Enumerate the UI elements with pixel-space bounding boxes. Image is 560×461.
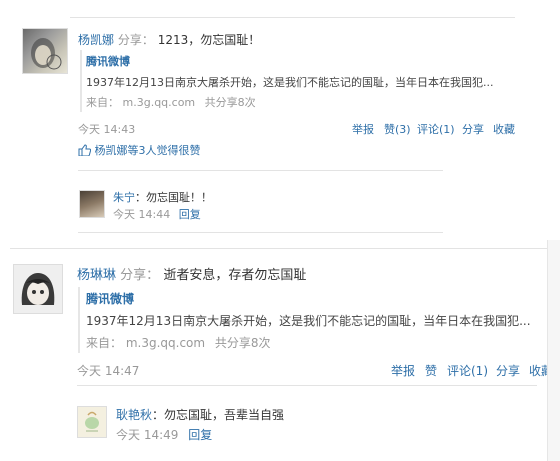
avatar-image — [31, 38, 62, 70]
from-url[interactable]: m.3g.qq.com — [126, 336, 205, 350]
post-time: 今天 14:43 — [78, 123, 136, 136]
thumbs-up-icon — [78, 144, 92, 157]
comment-time: 今天 14:49 — [116, 428, 179, 442]
like-button[interactable]: 赞 — [425, 362, 437, 379]
avatar[interactable] — [13, 264, 63, 314]
quote-bar — [78, 287, 80, 353]
comment-meta: 今天 14:49 回复 — [116, 426, 212, 443]
comment-time: 今天 14:44 — [113, 208, 171, 221]
like-button[interactable]: 赞(3) — [384, 121, 411, 137]
post-header: 杨琳琳 分享： 逝者安息，存者勿忘国耻 — [77, 264, 306, 283]
comment-line: 朱宁：勿忘国耻！！ — [113, 189, 212, 205]
comment-button[interactable]: 评论(1) — [447, 362, 488, 379]
source-name[interactable]: 腾讯微博 — [86, 290, 134, 307]
share-verb: 分享： — [120, 268, 160, 283]
from-url[interactable]: m.3g.qq.com — [123, 96, 196, 109]
share-count: 共分享8次 — [214, 336, 271, 350]
post-text: 逝者安息，存者勿忘国耻 — [163, 268, 307, 283]
avatar-image — [85, 411, 99, 432]
comment-text: ：勿忘国耻！！ — [135, 191, 212, 204]
source-snippet[interactable]: 1937年12月13日南京大屠杀开始，这是我们不能忘记的国耻，当年日本在我国犯.… — [86, 312, 531, 329]
comment-avatar[interactable] — [79, 190, 105, 218]
share-button[interactable]: 分享 — [462, 121, 484, 137]
comment-text: ：勿忘国耻，吾辈当自强 — [152, 408, 285, 422]
post-text: 1213，勿忘国耻！ — [157, 33, 261, 47]
report-button[interactable]: 举报 — [352, 121, 374, 137]
from-label: 来自： — [86, 336, 123, 350]
user-name[interactable]: 杨凯娜 — [78, 33, 114, 47]
likes-line: 杨凯娜等3人觉得很赞 — [78, 142, 201, 158]
scrollbar[interactable] — [547, 240, 560, 461]
post-time: 今天 14:47 — [77, 364, 140, 378]
divider-top — [70, 17, 515, 18]
comment-line: 耿艳秋：勿忘国耻，吾辈当自强 — [116, 406, 284, 423]
avatar-image — [21, 273, 55, 305]
favorite-button[interactable]: 收藏 — [529, 362, 547, 379]
divider-comments — [77, 385, 537, 386]
post-header: 杨凯娜 分享： 1213，勿忘国耻！ — [78, 31, 260, 48]
likes-text[interactable]: 杨凯娜等3人觉得很赞 — [95, 144, 201, 157]
from-label: 来自： — [86, 96, 119, 109]
user-name[interactable]: 杨琳琳 — [77, 268, 116, 283]
reply-button[interactable]: 回复 — [188, 428, 212, 442]
source-snippet[interactable]: 1937年12月13日南京大屠杀开始，这是我们不能忘记的国耻，当年日本在我国犯.… — [86, 74, 493, 90]
divider-comments — [78, 170, 443, 171]
report-button[interactable]: 举报 — [391, 362, 415, 379]
favorite-button[interactable]: 收藏 — [493, 121, 515, 137]
comment-user[interactable]: 耿艳秋 — [116, 408, 152, 422]
reply-button[interactable]: 回复 — [179, 208, 201, 221]
comment-avatar[interactable] — [77, 406, 107, 438]
share-button[interactable]: 分享 — [496, 362, 520, 379]
source-meta: 来自： m.3g.qq.com 共分享8次 — [86, 94, 256, 110]
source-meta: 来自： m.3g.qq.com 共分享8次 — [86, 334, 271, 351]
avatar[interactable] — [22, 28, 68, 74]
divider-comment-end — [78, 232, 443, 233]
quote-bar — [80, 50, 82, 112]
divider-post — [10, 248, 550, 249]
source-name[interactable]: 腾讯微博 — [86, 53, 130, 69]
comment-button[interactable]: 评论(1) — [417, 121, 455, 137]
comment-user[interactable]: 朱宁 — [113, 191, 135, 204]
share-count: 共分享8次 — [204, 96, 256, 109]
comment-meta: 今天 14:44 回复 — [113, 206, 201, 222]
share-verb: 分享： — [117, 33, 154, 47]
